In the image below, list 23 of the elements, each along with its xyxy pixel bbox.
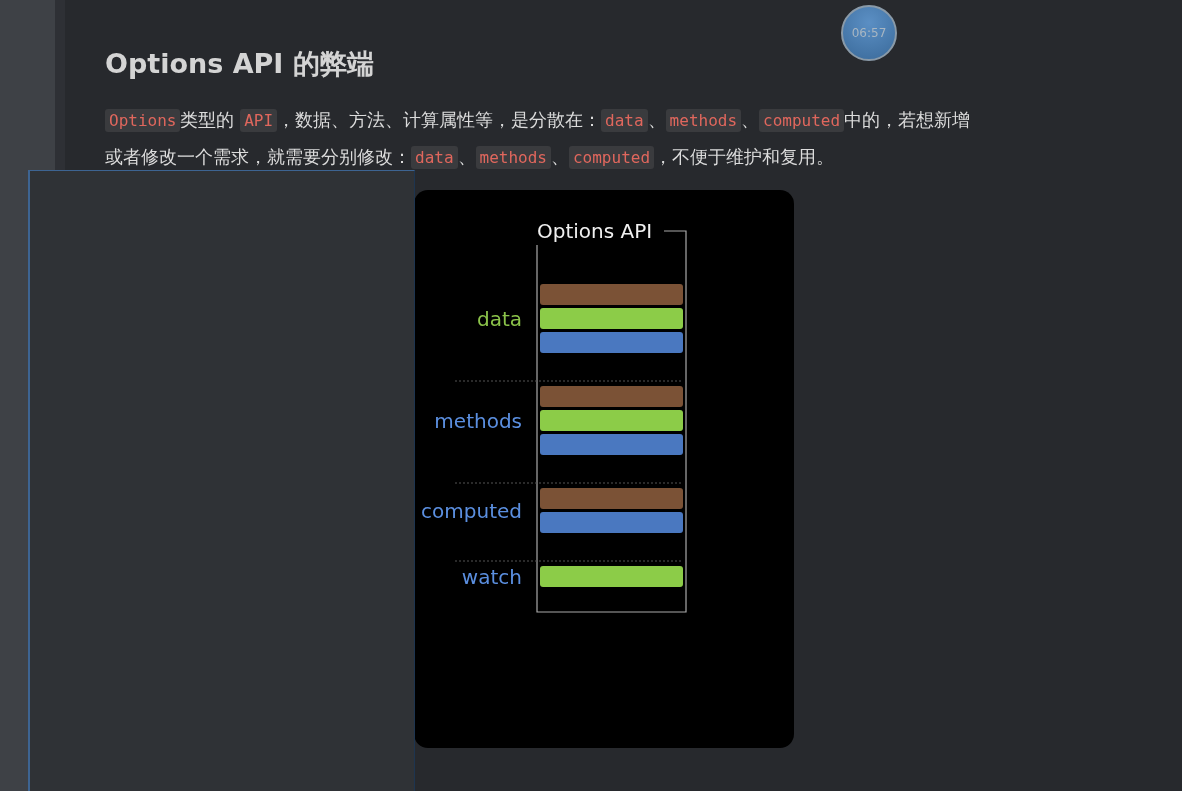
group-label: data [476, 306, 522, 331]
inline-code: computed [759, 109, 845, 132]
inline-code: data [411, 146, 458, 169]
paragraph-text: 、 [457, 146, 476, 167]
group-label: watch [461, 564, 522, 589]
inline-code: API [240, 109, 278, 132]
paragraph-text: ，数据、方法、计算属性等，是分散在： [277, 109, 602, 130]
paragraph-text: 类型的 [180, 109, 236, 130]
inline-code: methods [475, 146, 551, 169]
inline-code: methods [665, 109, 742, 132]
paragraph-text: 、 [647, 109, 666, 130]
diagram-title: Options API [537, 219, 653, 243]
paragraph-text: ，不便于维护和复用。 [654, 146, 835, 167]
paragraph-text: 或者修改一个需求，就需要分别修改： [105, 146, 411, 167]
inline-code: Options [105, 109, 181, 132]
paragraph-text: 、 [741, 109, 760, 130]
group-label: computed [421, 498, 522, 523]
inline-code: data [601, 109, 648, 132]
section-heading: Options API 的弊端 [105, 47, 374, 81]
group-label: methods [434, 408, 522, 433]
paragraph-text: 、 [550, 146, 569, 167]
inline-code: computed [568, 146, 655, 169]
paragraph-text: 中的，若想新增 [844, 109, 971, 130]
